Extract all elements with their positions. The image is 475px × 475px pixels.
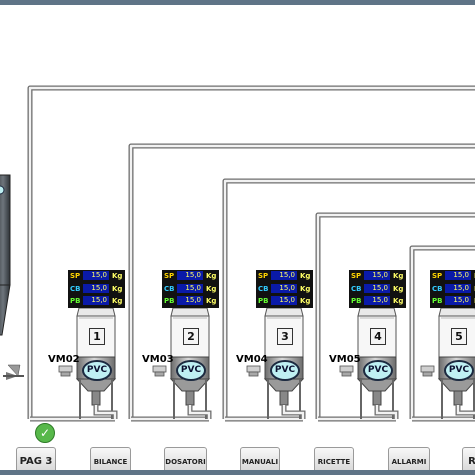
- readout-row-cb: CB15,0Kg: [164, 284, 219, 294]
- scale-icon: [339, 365, 354, 377]
- readout-value[interactable]: 15,0: [83, 296, 109, 305]
- readout-value[interactable]: 15,0: [445, 296, 471, 305]
- readout-value[interactable]: 15,0: [177, 271, 203, 280]
- readout-value[interactable]: 15,0: [177, 296, 203, 305]
- vm-label: VM04: [236, 354, 268, 365]
- readout-tag: CB: [351, 285, 362, 293]
- readout-unit: Kg: [300, 285, 311, 293]
- readout-value[interactable]: 15,0: [83, 271, 109, 280]
- readout-row-sp: SP15,0Kg: [70, 271, 125, 281]
- pvc-valve-badge[interactable]: PVC: [176, 360, 206, 381]
- readout-unit: Kg: [300, 272, 311, 280]
- readout-tag: CB: [164, 285, 175, 293]
- readout-unit: Kg: [300, 297, 311, 305]
- readout-row-cb: CB15,0Kg: [432, 284, 475, 294]
- readout-unit: Kg: [393, 285, 404, 293]
- readout-row-cb: CB15,0Kg: [258, 284, 313, 294]
- silo-valve-icon: [3, 364, 24, 380]
- readout-tag: CB: [258, 285, 269, 293]
- scale-icon: [246, 365, 261, 377]
- readout-tag: PB: [70, 297, 81, 305]
- readout-value[interactable]: 15,0: [271, 284, 297, 293]
- pvc-valve-badge[interactable]: PVC: [270, 360, 300, 381]
- readout-value[interactable]: 15,0: [271, 271, 297, 280]
- nav-button-bilance[interactable]: BILANCE: [90, 447, 131, 470]
- weight-readout-panel: SP15,0KgCB15,0KgPB15,0Kg: [349, 270, 406, 308]
- pvc-valve-badge[interactable]: PVC: [82, 360, 112, 381]
- readout-row-pb: PB15,0Kg: [351, 296, 406, 306]
- process-diagram: [0, 85, 475, 422]
- weight-readout-panel: SP15,0KgCB15,0KgPB15,0Kg: [68, 270, 125, 308]
- nav-button-pag3[interactable]: PAG 3: [16, 447, 56, 470]
- readout-row-pb: PB15,0Kg: [432, 296, 475, 306]
- nav-button-allarmi[interactable]: ALLARMI: [388, 447, 430, 470]
- vm-label: VM05: [329, 354, 361, 365]
- readout-value[interactable]: 15,0: [364, 284, 390, 293]
- readout-unit: Kg: [112, 297, 123, 305]
- readout-row-pb: PB15,0Kg: [70, 296, 125, 306]
- doser-number: 1: [89, 328, 105, 345]
- readout-row-sp: SP15,0Kg: [351, 271, 406, 281]
- readout-tag: SP: [70, 272, 81, 280]
- checkmark-circle-icon: ✓: [35, 423, 55, 443]
- readout-unit: Kg: [206, 297, 217, 305]
- readout-row-sp: SP15,0Kg: [258, 271, 313, 281]
- pvc-valve-badge[interactable]: PVC: [444, 360, 474, 381]
- readout-row-cb: CB15,0Kg: [70, 284, 125, 294]
- nav-button-partial[interactable]: R: [462, 447, 475, 470]
- readout-tag: PB: [164, 297, 175, 305]
- readout-unit: Kg: [206, 272, 217, 280]
- readout-tag: SP: [351, 272, 362, 280]
- nav-button-ricette[interactable]: RICETTE: [314, 447, 354, 470]
- readout-value[interactable]: 15,0: [364, 296, 390, 305]
- readout-unit: Kg: [112, 272, 123, 280]
- readout-row-cb: CB15,0Kg: [351, 284, 406, 294]
- readout-tag: PB: [258, 297, 269, 305]
- readout-tag: CB: [70, 285, 81, 293]
- readout-tag: SP: [432, 272, 443, 280]
- readout-row-pb: PB15,0Kg: [164, 296, 219, 306]
- readout-value[interactable]: 15,0: [177, 284, 203, 293]
- readout-unit: Kg: [206, 285, 217, 293]
- readout-value[interactable]: 15,0: [445, 271, 471, 280]
- pvc-valve-badge[interactable]: PVC: [363, 360, 393, 381]
- vm-label: VM03: [142, 354, 174, 365]
- readout-value[interactable]: 15,0: [271, 296, 297, 305]
- readout-tag: CB: [432, 285, 443, 293]
- doser-number: 4: [370, 328, 386, 345]
- readout-tag: SP: [258, 272, 269, 280]
- nav-button-dosatori[interactable]: DOSATORI: [164, 447, 207, 470]
- readout-unit: Kg: [393, 272, 404, 280]
- weight-readout-panel: SP15,0KgCB15,0KgPB15,0Kg: [256, 270, 313, 308]
- readout-unit: Kg: [112, 285, 123, 293]
- scale-icon: [420, 365, 435, 377]
- doser-number: 2: [183, 328, 199, 345]
- weight-readout-panel: SP15,0KgCB15,0KgPB15,0Kg: [162, 270, 219, 308]
- readout-row-sp: SP15,0Kg: [432, 271, 475, 281]
- readout-value[interactable]: 15,0: [83, 284, 109, 293]
- silo-indicator-icon: [0, 185, 5, 195]
- scale-icon: [58, 365, 73, 377]
- doser-number: 5: [451, 328, 467, 345]
- readout-tag: PB: [351, 297, 362, 305]
- readout-tag: SP: [164, 272, 175, 280]
- weight-readout-panel: SP15,0Kg CB15,0Kg PB15,0Kg: [430, 270, 475, 308]
- readout-value[interactable]: 15,0: [445, 284, 471, 293]
- readout-value[interactable]: 15,0: [364, 271, 390, 280]
- doser-number: 3: [277, 328, 293, 345]
- readout-tag: PB: [432, 297, 443, 305]
- hmi-screen: SP 15,0 Kg CB 15,0 Kg PB 15,0 Kg 1 PVC VM02 SP 15,0 Kg…: [0, 5, 475, 470]
- readout-unit: Kg: [393, 297, 404, 305]
- vm-label: VM02: [48, 354, 80, 365]
- main-silo: [0, 174, 11, 336]
- nav-button-manuali[interactable]: MANUALI: [240, 447, 280, 470]
- readout-row-pb: PB15,0Kg: [258, 296, 313, 306]
- scale-icon: [152, 365, 167, 377]
- readout-row-sp: SP15,0Kg: [164, 271, 219, 281]
